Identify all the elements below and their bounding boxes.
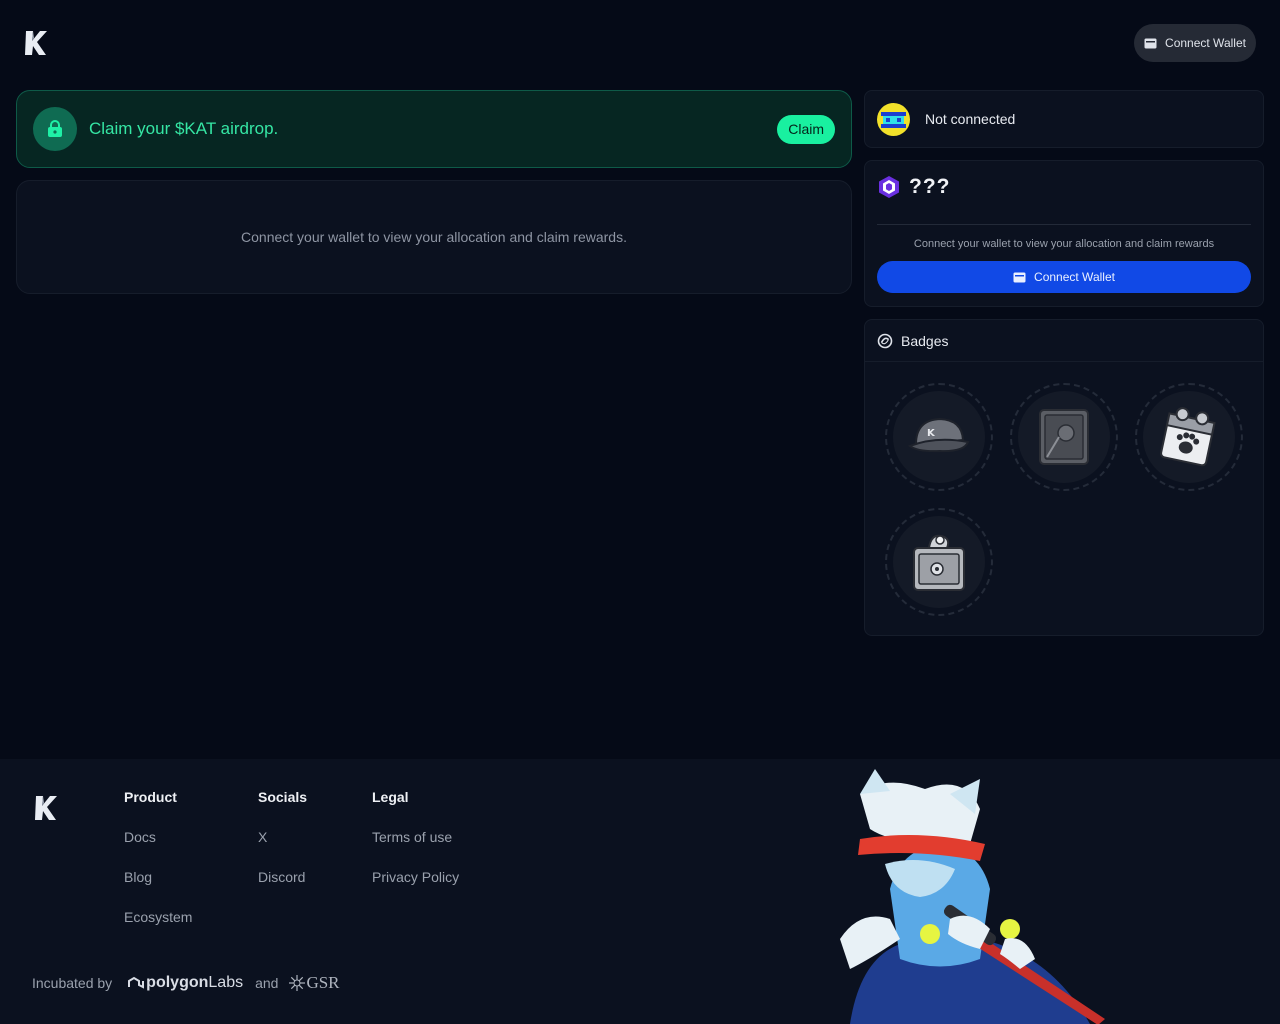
badge-slot[interactable]: K bbox=[885, 383, 993, 491]
badges-card: Badges K bbox=[864, 319, 1264, 636]
footer: Product Docs Blog Ecosystem Socials X Di… bbox=[0, 759, 1280, 1024]
hexagon-token-icon bbox=[879, 176, 899, 198]
badge-slot[interactable] bbox=[1135, 383, 1243, 491]
points-value: ??? bbox=[909, 175, 951, 198]
badge-circle-icon bbox=[877, 333, 893, 348]
points-divider bbox=[877, 224, 1251, 225]
footer-heading: Legal bbox=[372, 789, 409, 805]
svg-text:K: K bbox=[927, 428, 936, 439]
points-message: Connect your wallet to view your allocat… bbox=[913, 238, 1215, 250]
header-connect-wallet-label: Connect Wallet bbox=[1165, 36, 1246, 50]
wallet-status-text: Not connected bbox=[925, 111, 1016, 127]
footer-link-docs[interactable]: Docs bbox=[124, 829, 192, 847]
footer-column-legal: Legal Terms of use Privacy Policy bbox=[372, 789, 459, 887]
points-card: ??? Connect your wallet to view your all… bbox=[864, 160, 1264, 307]
allocation-info-card: Connect your wallet to view your allocat… bbox=[16, 180, 852, 294]
wallet-icon bbox=[1013, 272, 1026, 282]
points-connect-wallet-label: Connect Wallet bbox=[1034, 270, 1115, 284]
incubated-by-row: Incubated by polygon Labs and GSR bbox=[32, 973, 340, 993]
badge-slot[interactable] bbox=[1010, 383, 1118, 491]
claim-airdrop-text: Claim your $KAT airdrop. bbox=[89, 119, 279, 138]
footer-heading: Socials bbox=[258, 789, 308, 805]
footer-link-ecosystem[interactable]: Ecosystem bbox=[124, 909, 192, 927]
cap-badge-icon: K bbox=[907, 417, 970, 453]
polygon-icon bbox=[128, 976, 145, 989]
and-label: and bbox=[255, 975, 279, 991]
gsr-wordmark: GSR bbox=[306, 973, 340, 992]
badge-slot[interactable] bbox=[885, 508, 993, 616]
gsr-logo[interactable]: GSR bbox=[288, 973, 340, 993]
safe-badge-icon bbox=[913, 534, 965, 591]
points-connect-wallet-button[interactable]: Connect Wallet bbox=[877, 261, 1251, 293]
header-connect-wallet-button[interactable]: Connect Wallet bbox=[1134, 24, 1256, 62]
vault-badge-icon bbox=[1039, 409, 1089, 465]
footer-column-socials: Socials X Discord bbox=[258, 789, 307, 887]
lock-icon bbox=[48, 120, 62, 137]
claim-airdrop-banner: Claim your $KAT airdrop. Claim bbox=[16, 90, 852, 168]
wallet-status-card: Not connected bbox=[864, 90, 1264, 148]
kat-logo-icon[interactable] bbox=[34, 795, 58, 821]
footer-heading: Product bbox=[124, 789, 177, 805]
footer-link-discord[interactable]: Discord bbox=[258, 869, 307, 887]
kat-logo-icon[interactable] bbox=[24, 30, 48, 56]
gsr-sun-icon bbox=[289, 975, 306, 991]
polygon-wordmark: polygon bbox=[146, 974, 209, 991]
footer-link-blog[interactable]: Blog bbox=[124, 869, 192, 887]
footer-link-x[interactable]: X bbox=[258, 829, 307, 847]
allocation-info-message: Connect your wallet to view your allocat… bbox=[241, 229, 627, 245]
polygon-labs-logo[interactable]: polygon Labs bbox=[126, 974, 243, 992]
avatar-icon bbox=[877, 102, 910, 136]
badges-title: Badges bbox=[901, 332, 949, 349]
kat-mascot-illustration bbox=[840, 769, 1105, 1024]
footer-link-terms[interactable]: Terms of use bbox=[372, 829, 459, 847]
footer-link-privacy[interactable]: Privacy Policy bbox=[372, 869, 459, 887]
incubated-label: Incubated by bbox=[32, 975, 113, 991]
wallet-icon bbox=[1144, 38, 1157, 48]
labs-wordmark: Labs bbox=[208, 974, 244, 991]
footer-column-product: Product Docs Blog Ecosystem bbox=[124, 789, 192, 927]
claim-button[interactable]: Claim bbox=[777, 114, 835, 144]
calendar-badge-icon bbox=[1160, 407, 1216, 467]
claim-icon-badge bbox=[33, 107, 77, 151]
